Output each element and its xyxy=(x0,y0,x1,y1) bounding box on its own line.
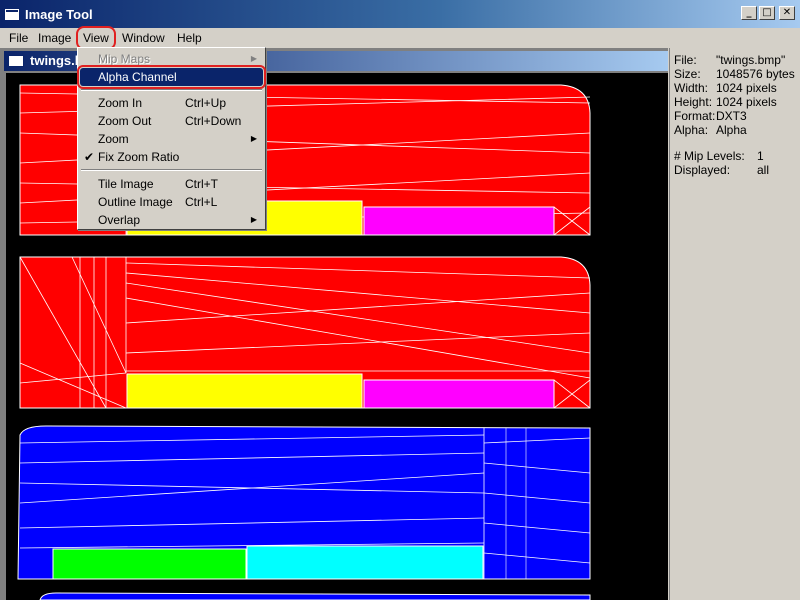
menu-help[interactable]: Help xyxy=(174,30,205,46)
info-alpha-label: Alpha: xyxy=(674,123,709,137)
tile-image-shortcut: Ctrl+T xyxy=(185,177,218,191)
red-wing-mesh-middle xyxy=(19,256,591,409)
info-file-label: File: xyxy=(674,53,697,67)
info-width-value: 1024 pixels xyxy=(716,81,777,95)
submenu-arrow-icon: ▶ xyxy=(250,54,257,63)
view-menu-dropdown: Mip Maps ▶ Alpha Channel Zoom In Ctrl+Up… xyxy=(77,47,266,230)
info-size-value: 1048576 bytes xyxy=(716,67,795,81)
menu-window[interactable]: Window xyxy=(119,30,168,46)
view-menu-zoom-in[interactable]: Zoom In Ctrl+Up xyxy=(80,94,263,112)
view-menu-tile-image[interactable]: Tile Image Ctrl+T xyxy=(80,175,263,193)
view-menu-fix-zoom-ratio[interactable]: ✔ Fix Zoom Ratio xyxy=(80,148,263,166)
info-width-label: Width: xyxy=(674,81,709,95)
menu-separator xyxy=(81,89,262,91)
minimize-button[interactable]: _ xyxy=(741,6,757,20)
view-menu-zoom-out[interactable]: Zoom Out Ctrl+Down xyxy=(80,112,263,130)
menubar: File Image View Window Help xyxy=(0,26,800,50)
view-menu-outline-image[interactable]: Outline Image Ctrl+L xyxy=(80,193,263,211)
close-button[interactable]: ✕ xyxy=(779,6,795,20)
window-title: Image Tool xyxy=(25,7,93,22)
view-menu-alpha-channel[interactable]: Alpha Channel xyxy=(77,65,266,89)
menu-separator xyxy=(81,169,262,171)
document-window-icon xyxy=(8,55,24,67)
blue-body-mesh xyxy=(17,425,591,580)
maximize-button[interactable]: □ xyxy=(759,6,775,20)
info-size-label: Size: xyxy=(674,67,701,81)
view-menu-mip-maps[interactable]: Mip Maps ▶ xyxy=(80,50,263,68)
window-titlebar: Image Tool _ □ ✕ xyxy=(0,0,800,28)
submenu-arrow-icon: ▶ xyxy=(250,134,257,143)
submenu-arrow-icon: ▶ xyxy=(250,215,257,224)
bottom-mesh-strip xyxy=(39,592,591,600)
info-displayed-value: all xyxy=(757,163,770,177)
info-format-value: DXT3 xyxy=(716,109,747,123)
menu-file[interactable]: File xyxy=(6,30,31,46)
zoom-out-shortcut: Ctrl+Down xyxy=(185,114,242,128)
view-menu-overlap[interactable]: Overlap ▶ xyxy=(80,211,263,229)
image-info-panel: File: "twings.bmp" Size: 1048576 bytes W… xyxy=(669,48,800,600)
info-mip-levels-label: # Mip Levels: xyxy=(674,149,745,163)
outline-image-shortcut: Ctrl+L xyxy=(185,195,218,209)
view-menu-zoom[interactable]: Zoom ▶ xyxy=(80,130,263,148)
menu-view[interactable]: View xyxy=(76,26,116,50)
info-format-label: Format: xyxy=(674,109,716,123)
info-mip-levels-value: 1 xyxy=(757,149,764,163)
zoom-in-shortcut: Ctrl+Up xyxy=(185,96,227,110)
info-alpha-value: Alpha xyxy=(716,123,747,137)
info-height-value: 1024 pixels xyxy=(716,95,777,109)
info-displayed-label: Displayed: xyxy=(674,163,731,177)
checkmark-icon: ✔ xyxy=(84,150,95,164)
app-window-icon xyxy=(4,8,20,21)
info-height-label: Height: xyxy=(674,95,713,109)
menu-image[interactable]: Image xyxy=(35,30,74,46)
info-file-value: "twings.bmp" xyxy=(716,53,786,67)
